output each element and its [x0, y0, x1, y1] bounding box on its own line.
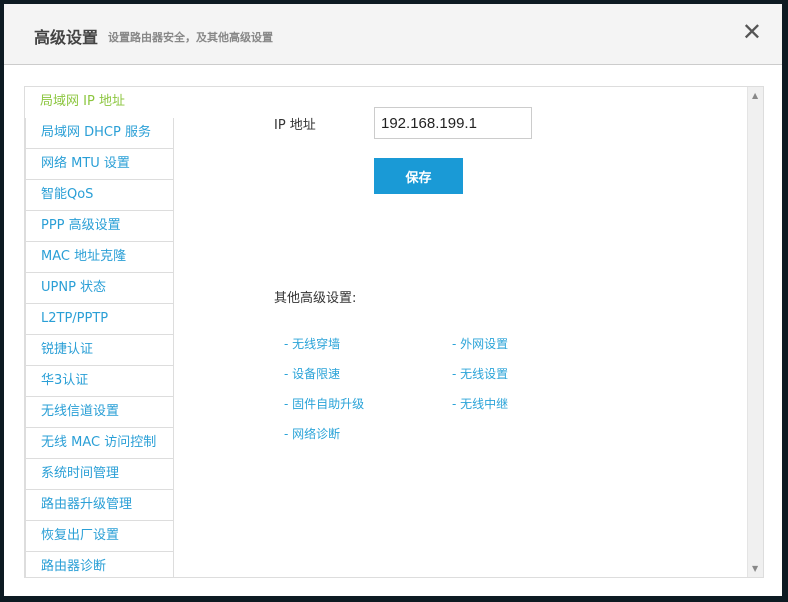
dialog-title: 高级设置 [34, 28, 99, 47]
sidebar-item[interactable]: 路由器诊断 [25, 552, 174, 577]
sidebar-item[interactable]: 局域网 IP 地址 [25, 87, 174, 118]
sidebar-item[interactable]: UPNP 状态 [25, 273, 174, 304]
sidebar-item[interactable]: 网络 MTU 设置 [25, 149, 174, 180]
content-panel: 局域网 IP 地址 局域网 DHCP 服务 网络 MTU 设置 智能QoS PPP 高级… [24, 86, 764, 578]
sidebar-item[interactable]: MAC 地址克隆 [25, 242, 174, 273]
sidebar-item[interactable]: 华3认证 [25, 366, 174, 397]
scrollbar[interactable]: ▲ ▼ [747, 87, 763, 577]
dialog-subtitle: 设置路由器安全，及其他高级设置 [108, 31, 273, 44]
scroll-down-icon[interactable]: ▼ [752, 564, 758, 573]
sidebar-item[interactable]: 局域网 DHCP 服务 [25, 118, 174, 149]
other-settings-title: 其他高级设置: [274, 291, 357, 306]
sidebar-item[interactable]: 系统时间管理 [25, 459, 174, 490]
link-wireless-repeater[interactable]: - 无线中继 [452, 395, 508, 412]
sidebar-item[interactable]: 无线信道设置 [25, 397, 174, 428]
save-button[interactable]: 保存 [374, 158, 463, 194]
link-wireless-wall[interactable]: - 无线穿墙 [284, 335, 340, 352]
sidebar-item[interactable]: 锐捷认证 [25, 335, 174, 366]
link-wireless-settings[interactable]: - 无线设置 [452, 365, 508, 382]
close-icon[interactable]: ✕ [742, 18, 762, 46]
sidebar-item[interactable]: 恢复出厂设置 [25, 521, 174, 552]
dialog-header: 高级设置 设置路由器安全，及其他高级设置 ✕ [4, 4, 782, 65]
sidebar-item[interactable]: PPP 高级设置 [25, 211, 174, 242]
ip-address-input[interactable] [374, 107, 532, 139]
sidebar-item[interactable]: 无线 MAC 访问控制 [25, 428, 174, 459]
sidebar-item[interactable]: 路由器升级管理 [25, 490, 174, 521]
sidebar-item[interactable]: 智能QoS [25, 180, 174, 211]
link-wan-settings[interactable]: - 外网设置 [452, 335, 508, 352]
ip-label: IP 地址 [274, 118, 316, 133]
link-firmware-upgrade[interactable]: - 固件自助升级 [284, 395, 364, 412]
link-network-diagnosis[interactable]: - 网络诊断 [284, 425, 340, 442]
advanced-settings-dialog: 高级设置 设置路由器安全，及其他高级设置 ✕ 局域网 IP 地址 局域网 DHCP… [4, 4, 782, 596]
link-device-speed-limit[interactable]: - 设备限速 [284, 365, 340, 382]
sidebar-item[interactable]: L2TP/PPTP [25, 304, 174, 335]
sidebar: 局域网 IP 地址 局域网 DHCP 服务 网络 MTU 设置 智能QoS PPP 高级… [25, 87, 174, 577]
scroll-up-icon[interactable]: ▲ [752, 91, 758, 100]
